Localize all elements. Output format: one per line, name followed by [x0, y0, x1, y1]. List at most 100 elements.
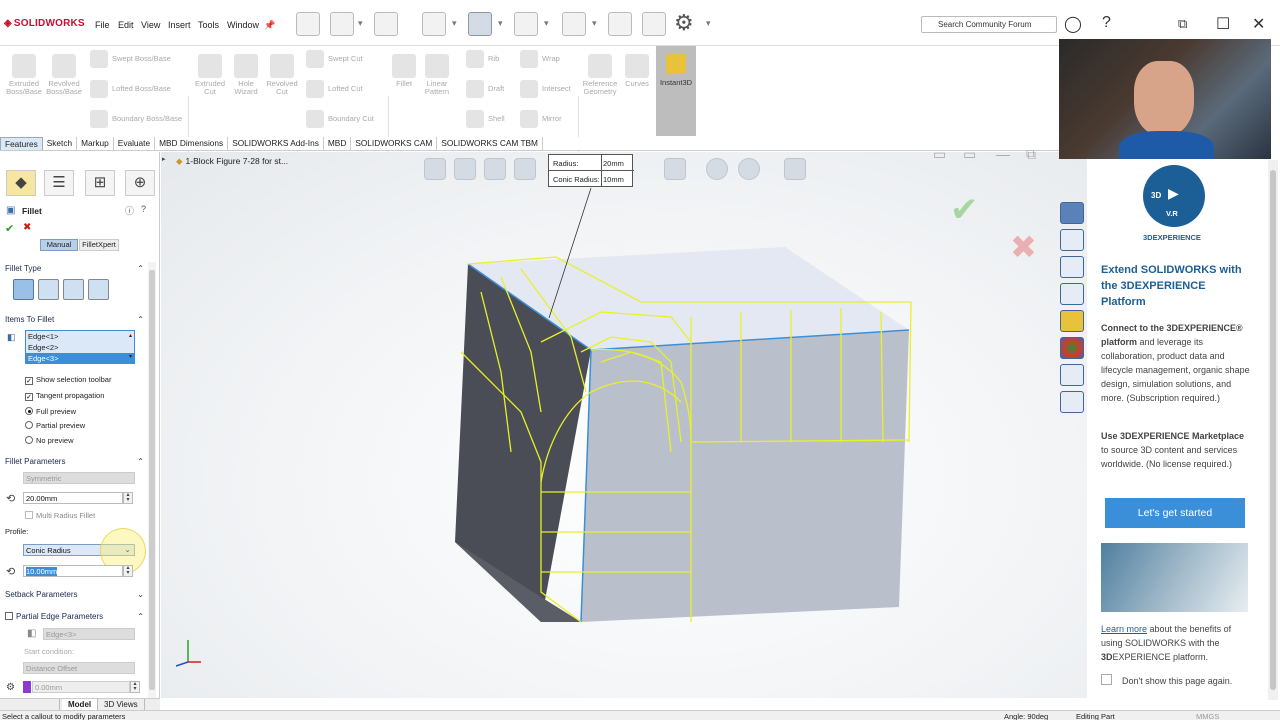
maximize-icon[interactable]: ☐ — [1216, 14, 1230, 34]
status-units[interactable]: MMGS — [1196, 712, 1219, 720]
task-pane-scrollbar[interactable] — [1268, 160, 1278, 700]
callout-radius-row[interactable]: Radius: 20mm — [549, 155, 634, 171]
help-icon[interactable]: ⓘ — [125, 204, 134, 217]
pm-scrollbar[interactable] — [148, 262, 156, 698]
fillet-callout[interactable]: Radius: 20mm Conic Radius: 10mm — [548, 154, 634, 187]
list-item[interactable]: Edge<2> — [26, 342, 134, 353]
help-detail-icon[interactable]: ? — [141, 204, 146, 214]
list-item[interactable]: Edge<1> — [26, 331, 134, 342]
revolved-boss-button[interactable]: Revolved Boss/Base — [44, 54, 84, 96]
offset-input[interactable]: 0.00mm — [32, 681, 130, 693]
radius-input[interactable]: 20.00mm — [23, 492, 123, 504]
tab-features[interactable]: Features — [0, 137, 43, 150]
fillet-button[interactable]: Fillet — [390, 54, 418, 88]
full-preview-radio[interactable]: Full preview — [25, 407, 76, 416]
tangent-propagation-checkbox[interactable]: ✓ Tangent propagation — [25, 391, 104, 401]
select-arrow-icon[interactable] — [562, 12, 586, 36]
menu-tools[interactable]: Tools — [198, 20, 219, 30]
manual-tab[interactable]: Manual — [40, 239, 78, 251]
wrap-button[interactable]: Wrap — [520, 50, 560, 68]
checkbox[interactable]: ✓ — [25, 393, 33, 401]
tab-mbd[interactable]: MBD — [324, 137, 352, 150]
tab-markup[interactable]: Markup — [77, 137, 114, 150]
constant-size-fillet-icon[interactable] — [13, 279, 34, 300]
options-dropdown-icon[interactable]: ▾ — [706, 18, 711, 29]
partial-edge-parameters-section[interactable]: Partial Edge Parameters ⌃ — [0, 612, 146, 624]
fillet-type-section[interactable]: Fillet Type ⌃ — [0, 264, 146, 276]
configuration-manager-tab-icon[interactable]: ⊞ — [85, 170, 115, 196]
reference-geometry-button[interactable]: Reference Geometry — [580, 54, 620, 96]
open-folder-icon[interactable] — [374, 12, 398, 36]
new-document-icon[interactable] — [330, 12, 354, 36]
print-icon[interactable] — [468, 12, 492, 36]
checkbox[interactable] — [5, 612, 13, 620]
menu-window[interactable]: Window — [227, 20, 259, 30]
extruded-cut-button[interactable]: Extruded Cut — [192, 54, 228, 96]
menu-view[interactable]: View — [141, 20, 160, 30]
custom-properties-icon[interactable] — [1060, 364, 1084, 386]
options-gear-icon[interactable]: ⚙ — [674, 10, 694, 36]
boundary-boss-button[interactable]: Boundary Boss/Base — [90, 110, 182, 128]
radio[interactable] — [25, 436, 33, 444]
menu-insert[interactable]: Insert — [168, 20, 191, 30]
learn-more-link[interactable]: Learn more — [1101, 624, 1147, 634]
feature-manager-tab-icon[interactable]: ◆ — [6, 170, 36, 196]
file-explorer-icon[interactable] — [1060, 283, 1084, 305]
menu-file[interactable]: File — [95, 20, 110, 30]
scroll-down-icon[interactable]: ▾ — [129, 353, 132, 360]
lofted-cut-button[interactable]: Lofted Cut — [306, 80, 363, 98]
save-icon[interactable] — [422, 12, 446, 36]
face-fillet-icon[interactable] — [63, 279, 84, 300]
radius-spinner[interactable]: ▴ ▾ — [123, 492, 133, 504]
symmetric-select[interactable]: Symmetric — [23, 472, 135, 484]
radio[interactable] — [25, 421, 33, 429]
new-dropdown-icon[interactable]: ▾ — [358, 18, 363, 29]
conic-radius-spinner[interactable]: ▴ ▾ — [123, 565, 133, 577]
partial-edge-field[interactable]: Edge<3> — [43, 628, 135, 640]
solidworks-resources-icon[interactable] — [1060, 229, 1084, 251]
cancel-x-icon[interactable]: ✖ — [23, 222, 31, 233]
hole-wizard-button[interactable]: Hole Wizard — [228, 54, 264, 96]
tile-windows-icon[interactable]: ⧉ — [1178, 16, 1187, 32]
property-manager-tab-icon[interactable]: ☰ — [44, 170, 74, 196]
home-icon[interactable] — [296, 12, 320, 36]
extruded-boss-button[interactable]: Extruded Boss/Base — [4, 54, 44, 96]
print-dropdown-icon[interactable]: ▾ — [498, 18, 503, 29]
traffic-light-icon[interactable] — [608, 12, 632, 36]
checkbox[interactable] — [1101, 674, 1112, 685]
distance-offset-select[interactable]: Distance Offset — [23, 662, 135, 674]
save-dropdown-icon[interactable]: ▾ — [452, 18, 457, 29]
rib-button[interactable]: Rib — [466, 50, 499, 68]
tab-solidworks-cam[interactable]: SOLIDWORKS CAM — [351, 137, 438, 150]
tab-solidworks-add-ins[interactable]: SOLIDWORKS Add-Ins — [228, 137, 324, 150]
mirror-button[interactable]: Mirror — [520, 110, 562, 128]
menu-edit[interactable]: Edit — [118, 20, 134, 30]
checkbox[interactable]: ✓ — [25, 377, 33, 385]
variable-size-fillet-icon[interactable] — [38, 279, 59, 300]
callout-conic-row[interactable]: Conic Radius: 10mm — [549, 171, 634, 187]
checkbox[interactable] — [25, 511, 33, 519]
instant3d-button[interactable]: Instant3D — [656, 46, 696, 136]
curves-button[interactable]: Curves — [622, 54, 652, 88]
radio[interactable] — [25, 407, 33, 415]
view-palette-icon[interactable] — [1060, 310, 1084, 332]
filletxpert-tab[interactable]: FilletXpert — [79, 239, 119, 251]
shell-button[interactable]: Shell — [466, 110, 505, 128]
3dexperience-icon[interactable] — [1060, 202, 1084, 224]
ok-check-icon[interactable]: ✔ — [5, 222, 14, 235]
close-icon[interactable]: ✕ — [1252, 14, 1265, 34]
tab-evaluate[interactable]: Evaluate — [114, 137, 156, 150]
appearances-icon[interactable] — [1060, 337, 1084, 359]
select-dropdown-icon[interactable]: ▾ — [592, 18, 597, 29]
boundary-cut-button[interactable]: Boundary Cut — [306, 110, 374, 128]
intersect-button[interactable]: Intersect — [520, 80, 571, 98]
fillet-parameters-section[interactable]: Fillet Parameters ⌃ — [0, 457, 146, 469]
swept-cut-button[interactable]: Swept Cut — [306, 50, 363, 68]
revolved-cut-button[interactable]: Revolved Cut — [264, 54, 300, 96]
no-preview-radio[interactable]: No preview — [25, 436, 74, 445]
file-properties-icon[interactable] — [642, 12, 666, 36]
undo-icon[interactable] — [514, 12, 538, 36]
forum-icon[interactable] — [1060, 391, 1084, 413]
lets-get-started-button[interactable]: Let's get started — [1105, 498, 1245, 528]
help-icon[interactable]: ? — [1102, 14, 1111, 32]
